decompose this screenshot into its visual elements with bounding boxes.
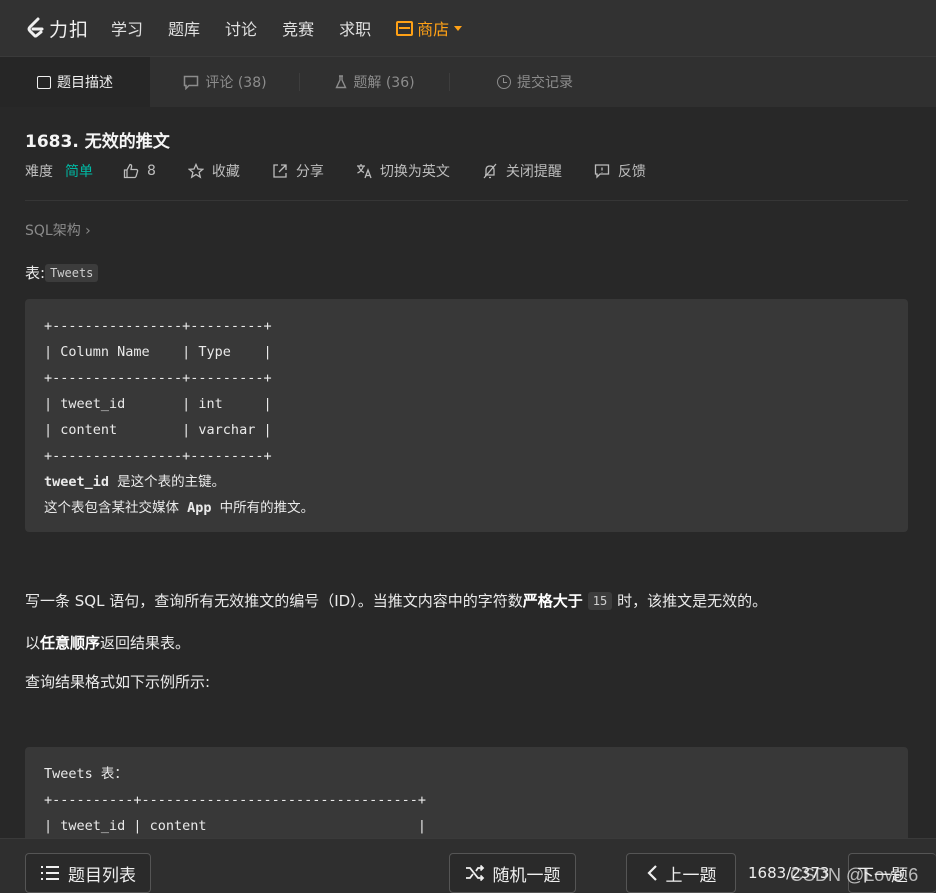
random-problem-label: 随机一题 — [492, 865, 561, 886]
table-intro: 表: Tweets — [25, 262, 99, 283]
share-button[interactable]: 分享 — [272, 161, 324, 181]
close-reminder-button[interactable]: 关闭提醒 — [482, 161, 562, 181]
tab-description[interactable]: 题目描述 — [0, 57, 150, 107]
divider — [25, 200, 908, 201]
description-text-b: 时，该推文是无效的。 — [617, 592, 768, 610]
schema-note1-code: tweet_id — [44, 474, 110, 490]
feedback-label: 反馈 — [617, 164, 646, 180]
previous-problem-label: 上一题 — [665, 865, 717, 886]
store-label: 商店 — [417, 20, 450, 39]
difficulty-label: 难度 — [25, 164, 53, 180]
order-bold: 任意顺序 — [40, 634, 101, 652]
nav-item-learn[interactable]: 学习 — [111, 16, 143, 40]
bell-off-icon — [483, 163, 497, 179]
top-navbar: 力扣 学习 题库 讨论 竞赛 求职 商店 — [0, 0, 936, 57]
problem-list-button[interactable]: 题目列表 — [25, 853, 151, 893]
bottom-bar: 题目列表 随机一题 上一题 1683/2373 下一题 CSDN @Love 6 — [0, 838, 936, 893]
switch-language-button[interactable]: 切换为英文 — [356, 161, 450, 181]
share-label: 分享 — [295, 164, 324, 180]
table-name-code: Tweets — [45, 263, 99, 282]
switch-language-label: 切换为英文 — [379, 164, 450, 180]
favorite-button[interactable]: 收藏 — [187, 161, 240, 181]
favorite-label: 收藏 — [211, 164, 240, 180]
problem-tabs: 题目描述 评论 (38) 题解 (36) 提交记录 — [0, 57, 936, 107]
comment-icon — [184, 75, 199, 90]
schema-code-block: +----------------+---------+ | Column Na… — [25, 299, 908, 532]
order-note: 以任意顺序返回结果表。 — [25, 632, 190, 653]
nav-item-discuss[interactable]: 讨论 — [225, 16, 257, 40]
tab-solutions[interactable]: 题解 (36) — [300, 57, 450, 107]
caret-down-icon — [454, 25, 463, 31]
table-label: 表: — [25, 264, 46, 282]
clock-icon — [497, 75, 511, 89]
feedback-button[interactable]: 反馈 — [594, 161, 646, 181]
leetcode-logo[interactable]: 力扣 — [24, 15, 89, 42]
logo-text: 力扣 — [49, 18, 90, 41]
nav-item-contest[interactable]: 竞赛 — [282, 16, 314, 40]
description-text-a: 写一条 SQL 语句，查询所有无效推文的编号（ID）。当推文内容中的字符数 — [25, 592, 523, 610]
store-icon — [396, 20, 414, 36]
tab-label: 提交记录 — [517, 75, 573, 91]
problem-list-label: 题目列表 — [68, 865, 136, 886]
schema-note1: 是这个表的主键。 — [109, 474, 226, 490]
star-icon — [187, 163, 204, 179]
nav-item-jobs[interactable]: 求职 — [339, 16, 371, 40]
problem-description: 写一条 SQL 语句，查询所有无效推文的编号（ID）。当推文内容中的字符数 严格… — [25, 590, 767, 611]
share-icon — [273, 164, 287, 178]
document-icon — [37, 75, 51, 89]
leetcode-logo-icon — [27, 17, 44, 38]
difficulty-badge: 简单 — [65, 164, 93, 180]
thumbs-up-icon — [123, 163, 139, 179]
schema-note2-a: 这个表包含某社交媒体 — [44, 500, 188, 516]
shuffle-icon — [465, 865, 484, 881]
list-icon — [41, 866, 59, 880]
previous-problem-button[interactable]: 上一题 — [626, 853, 736, 893]
schema-note2-code: App — [187, 500, 212, 516]
problem-meta: 难度 简单 8 收藏 分享 切换为英文 关闭提醒 反馈 — [25, 160, 678, 182]
tag-sql-schema[interactable]: SQL架构 › — [25, 220, 91, 240]
tab-comments[interactable]: 评论 (38) — [150, 57, 300, 107]
tab-label: 题目描述 — [57, 75, 113, 91]
tab-submissions[interactable]: 提交记录 — [450, 57, 620, 107]
order-text-a: 以 — [25, 634, 41, 652]
tab-label: 题解 (36) — [353, 75, 415, 91]
example-code-block: Tweets 表： +----------+------------------… — [25, 747, 908, 838]
schema-table-text: +----------------+---------+ | Column Na… — [44, 318, 272, 464]
nav-item-problems[interactable]: 题库 — [168, 16, 200, 40]
random-problem-button[interactable]: 随机一题 — [449, 853, 576, 893]
feedback-icon — [594, 164, 610, 179]
like-button[interactable]: 8 — [123, 163, 156, 179]
schema-note2-b: 中所有的推文。 — [211, 500, 315, 516]
description-code: 15 — [587, 591, 613, 610]
flask-icon — [335, 75, 347, 89]
chevron-left-icon — [646, 865, 657, 881]
close-reminder-label: 关闭提醒 — [505, 164, 562, 180]
like-count: 8 — [147, 163, 156, 179]
csdn-watermark: CSDN @Love 6 — [790, 865, 919, 885]
problem-content: 1683. 无效的推文 难度 简单 8 收藏 分享 切换为英文 关闭提醒 反馈 — [0, 107, 936, 838]
translate-icon — [356, 164, 372, 179]
format-note: 查询结果格式如下示例所示: — [25, 673, 211, 691]
tab-label: 评论 (38) — [205, 75, 267, 91]
order-text-b: 返回结果表。 — [100, 634, 191, 652]
problem-title: 1683. 无效的推文 — [25, 132, 170, 152]
nav-item-store[interactable]: 商店 — [396, 16, 463, 40]
description-bold: 严格大于 — [522, 592, 583, 610]
